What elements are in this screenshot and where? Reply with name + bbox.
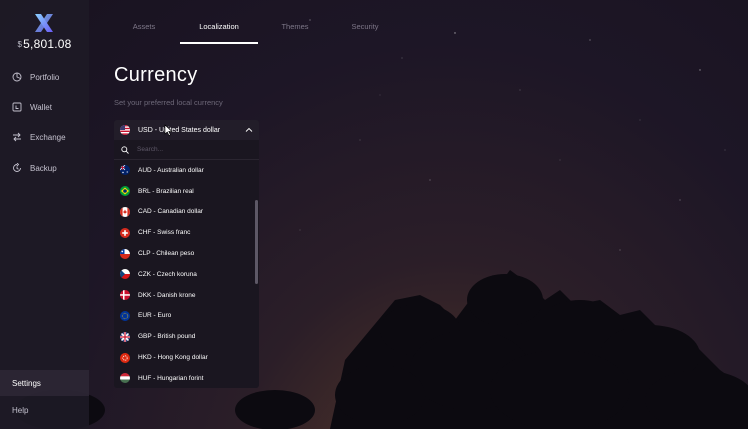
sidebar-item-label: Portfolio (30, 72, 60, 82)
currency-dropdown: USD - United States dollar AUD - Austral… (114, 120, 259, 388)
currency-option-chf[interactable]: CHF - Swiss franc (114, 222, 259, 243)
currency-option-clp[interactable]: CLP - Chilean peso (114, 243, 259, 264)
hk-flag-icon (120, 352, 130, 363)
gb-flag-icon (120, 331, 130, 342)
currency-option-huf[interactable]: HUF - Hungarian forint (114, 368, 259, 388)
currency-option-czk[interactable]: CZK - Czech koruna (114, 264, 259, 285)
backup-icon (13, 163, 21, 172)
active-tab-indicator (180, 42, 258, 44)
tab-security[interactable]: Security (326, 22, 404, 42)
balance-currency-symbol: $ (17, 40, 23, 49)
chevron-up-icon (245, 127, 253, 132)
sidebar-item-portfolio[interactable]: Portfolio (12, 69, 59, 85)
currency-option-gbp[interactable]: GBP - British pound (114, 326, 259, 347)
hu-flag-icon (120, 373, 130, 384)
selected-currency-label: USD - United States dollar (138, 126, 221, 134)
currency-search-input[interactable] (137, 146, 247, 153)
sidebar-item-wallet[interactable]: Wallet (12, 99, 52, 115)
sidebar: $5,801.08 Portfolio Wallet Exchange Back… (0, 0, 89, 429)
currency-option-dkk[interactable]: DKK - Danish krone (114, 285, 259, 306)
currency-select-toggle[interactable]: USD - United States dollar (114, 120, 259, 140)
page-subtitle: Set your preferred local currency (114, 98, 223, 107)
wallet-icon (12, 102, 22, 112)
currency-option-label: GBP - British pound (138, 333, 196, 341)
currency-options-list: AUD - Australian dollar BRL - Brazilian … (114, 160, 259, 388)
ch-flag-icon (120, 227, 130, 238)
sidebar-item-label: Exchange (30, 132, 66, 142)
balance-value: 5,801.08 (23, 37, 72, 51)
currency-option-eur[interactable]: EUR - Euro (114, 306, 259, 327)
currency-option-brl[interactable]: BRL - Brazilian real (114, 181, 259, 202)
currency-option-label: EUR - Euro (138, 312, 172, 320)
sidebar-item-label: Help (12, 405, 29, 415)
exchange-icon (13, 132, 21, 142)
currency-search (114, 140, 259, 160)
ca-flag-icon (120, 206, 130, 217)
currency-option-label: DKK - Danish krone (138, 291, 196, 299)
portfolio-icon (12, 72, 22, 82)
currency-option-cad[interactable]: CAD - Canadian dollar (114, 202, 259, 223)
currency-option-label: CHF - Swiss franc (138, 229, 191, 237)
tree-silhouette (15, 270, 748, 429)
sidebar-item-settings[interactable]: Settings (0, 370, 89, 396)
currency-option-label: HUF - Hungarian forint (138, 374, 204, 382)
portfolio-balance: $5,801.08 (0, 37, 89, 51)
currency-option-label: BRL - Brazilian real (138, 187, 194, 195)
sidebar-item-backup[interactable]: Backup (12, 160, 57, 176)
exodus-logo-icon (35, 14, 53, 32)
eu-flag-icon (120, 310, 130, 321)
sidebar-item-label: Backup (30, 163, 57, 173)
sidebar-item-exchange[interactable]: Exchange (12, 129, 66, 145)
currency-option-aud[interactable]: AUD - Australian dollar (114, 160, 259, 181)
star-field (299, 19, 726, 251)
currency-option-label: CLP - Chilean peso (138, 250, 195, 258)
page-title: Currency (114, 64, 198, 86)
currency-option-label: AUD - Australian dollar (138, 166, 204, 174)
sidebar-item-label: Wallet (30, 102, 52, 112)
cl-flag-icon (120, 248, 130, 259)
currency-option-label: CZK - Czech koruna (138, 270, 197, 278)
cz-flag-icon (120, 269, 130, 280)
dk-flag-icon (120, 290, 130, 301)
sidebar-item-help[interactable]: Help (0, 397, 89, 423)
currency-option-label: CAD - Canadian dollar (138, 208, 204, 216)
br-flag-icon (120, 186, 130, 197)
tab-themes[interactable]: Themes (256, 22, 334, 42)
au-flag-icon (120, 165, 130, 176)
tab-localization[interactable]: Localization (180, 22, 258, 42)
currency-list-scrollbar[interactable] (255, 200, 258, 284)
tab-assets[interactable]: Assets (105, 22, 183, 42)
currency-option-label: HKD - Hong Kong dollar (138, 354, 208, 362)
sidebar-item-label: Settings (12, 378, 41, 388)
search-icon (121, 145, 129, 154)
mouse-cursor-icon (164, 124, 173, 136)
currency-option-hkd[interactable]: HKD - Hong Kong dollar (114, 347, 259, 368)
us-flag-icon (120, 125, 130, 135)
